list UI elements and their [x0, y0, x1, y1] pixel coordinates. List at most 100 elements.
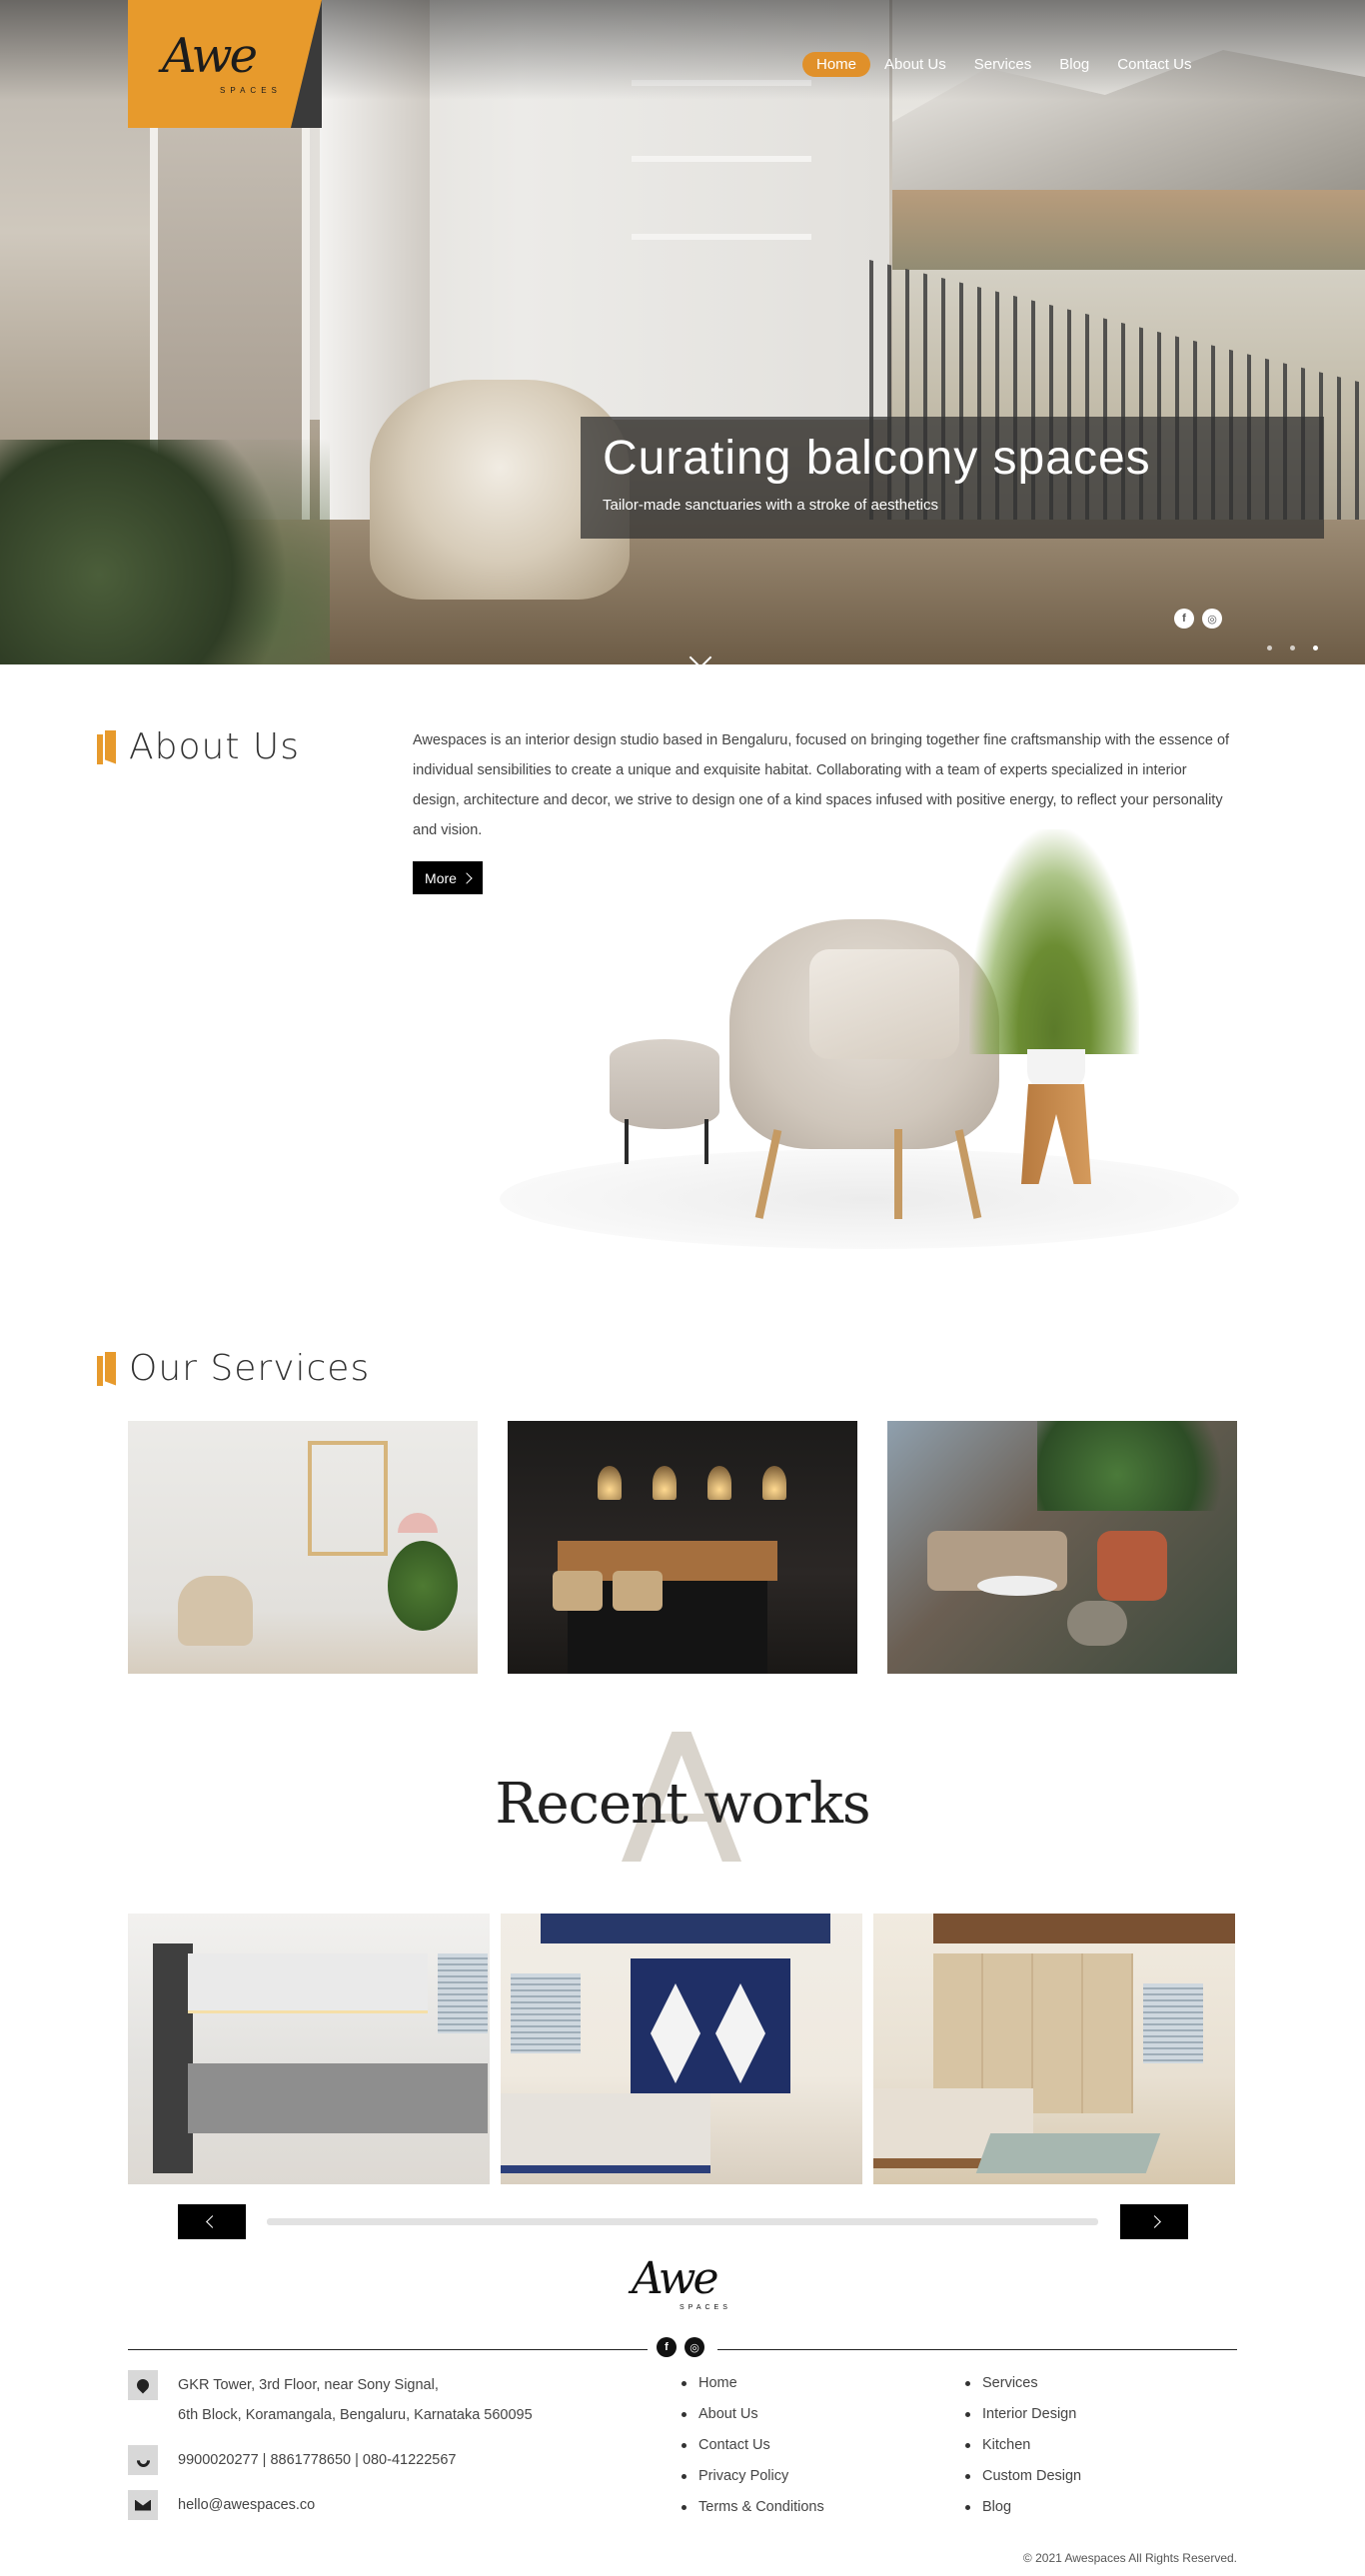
- site-logo[interactable]: Awe SPACES: [128, 0, 322, 128]
- coffee-table: [977, 1576, 1057, 1596]
- rug: [975, 2133, 1161, 2173]
- footer-link-item: Home: [682, 2368, 824, 2399]
- about-heading: About Us: [97, 726, 300, 767]
- heading-accent-icon: [97, 730, 117, 764]
- facebook-icon[interactable]: f: [657, 2337, 677, 2357]
- armchair: [1097, 1531, 1167, 1601]
- map-pin-icon: [128, 2370, 158, 2400]
- footer-divider: [717, 2349, 1237, 2350]
- about-heading-text: About Us: [129, 726, 300, 767]
- phone-icon: [128, 2445, 158, 2475]
- footer-link-privacy-policy[interactable]: Privacy Policy: [698, 2461, 788, 2492]
- about-body: Awespaces is an interior design studio b…: [413, 732, 1230, 838]
- footer-link-item: Blog: [965, 2492, 1081, 2523]
- service-card-kitchen[interactable]: [508, 1421, 857, 1674]
- footer-link-item: Interior Design: [965, 2399, 1081, 2430]
- nav-blog[interactable]: Blog: [1045, 52, 1103, 77]
- slider-next-button[interactable]: [1120, 2204, 1188, 2239]
- floor-shadow: [500, 1149, 1239, 1249]
- chevron-right-icon: [461, 871, 473, 884]
- logo-sub: SPACES: [220, 86, 282, 95]
- footer-phone: 9900020277 | 8861778650 | 080-41222567: [128, 2445, 456, 2475]
- upper-cabinets: [188, 1953, 428, 2013]
- copyright-text: © 2021 Awespaces All Rights Reserved.: [1022, 2551, 1237, 2565]
- footer-link-item: About Us: [682, 2399, 824, 2430]
- footer-link-kitchen[interactable]: Kitchen: [982, 2430, 1030, 2461]
- footer-email: hello@awespaces.co: [128, 2490, 315, 2520]
- nav-home[interactable]: Home: [802, 52, 871, 77]
- pendant-light: [653, 1466, 677, 1500]
- carousel-dot[interactable]: [1267, 645, 1272, 650]
- footer-link-terms[interactable]: Terms & Conditions: [698, 2492, 824, 2523]
- carousel-dot[interactable]: [1290, 645, 1295, 650]
- carousel-dot[interactable]: [1313, 645, 1318, 650]
- hero-carousel-dots: [1267, 645, 1318, 650]
- ceiling-panel: [541, 1914, 830, 1943]
- address-line-1: GKR Tower, 3rd Floor, near Sony Signal,: [178, 2377, 439, 2393]
- bed: [501, 2093, 710, 2173]
- footer-link-item: Custom Design: [965, 2461, 1081, 2492]
- instagram-icon[interactable]: ◎: [1202, 609, 1222, 629]
- footer-link-about-us[interactable]: About Us: [698, 2399, 758, 2430]
- chevron-right-icon: [1147, 2215, 1161, 2228]
- stool-leg: [625, 1119, 629, 1164]
- footer-link-services[interactable]: Services: [982, 2368, 1038, 2399]
- email-link[interactable]: hello@awespaces.co: [178, 2490, 315, 2520]
- footer-social: f ◎: [657, 2337, 704, 2357]
- chevron-left-icon: [205, 2215, 219, 2228]
- heading-accent-icon: [97, 1352, 117, 1386]
- footer-logo-mark: Awe: [632, 2253, 718, 2304]
- ottoman: [1067, 1601, 1127, 1646]
- footer-link-interior-design[interactable]: Interior Design: [982, 2399, 1076, 2430]
- hero-social: f ◎: [1174, 609, 1222, 629]
- nav-services[interactable]: Services: [960, 52, 1046, 77]
- pendant-light: [598, 1466, 622, 1500]
- facebook-icon[interactable]: f: [1174, 609, 1194, 629]
- more-button[interactable]: More: [413, 861, 483, 894]
- footer-divider: [128, 2349, 648, 2350]
- window-blinds: [511, 1973, 581, 2053]
- hero-shelf: [632, 80, 811, 240]
- window-blinds: [438, 1953, 488, 2033]
- footer-link-item: Kitchen: [965, 2430, 1081, 2461]
- footer-logo-sub: SPACES: [680, 2304, 731, 2311]
- nav-about-us[interactable]: About Us: [870, 52, 960, 77]
- pendant-lamp: [398, 1513, 438, 1533]
- service-card-living[interactable]: [128, 1421, 478, 1674]
- footer-link-home[interactable]: Home: [698, 2368, 737, 2399]
- stool-leg: [704, 1119, 708, 1164]
- slider-prev-button[interactable]: [178, 2204, 246, 2239]
- about-furniture-image: [500, 829, 1239, 1249]
- lower-cabinets: [188, 2063, 488, 2133]
- bar-stool: [553, 1571, 603, 1611]
- services-heading-text: Our Services: [129, 1348, 371, 1389]
- ceiling-panel: [933, 1914, 1235, 1943]
- footer-link-contact-us[interactable]: Contact Us: [698, 2430, 770, 2461]
- instagram-icon[interactable]: ◎: [684, 2337, 704, 2357]
- pendant-light: [707, 1466, 731, 1500]
- recent-work-bedroom-blue[interactable]: [501, 1914, 862, 2184]
- stool: [610, 1039, 719, 1129]
- recent-work-kitchen[interactable]: [128, 1914, 490, 2184]
- window-blinds: [1143, 1983, 1203, 2063]
- green-wall: [1037, 1421, 1237, 1511]
- potted-plant: [388, 1541, 458, 1631]
- nav-contact-us[interactable]: Contact Us: [1103, 52, 1205, 77]
- pendant-light: [762, 1466, 786, 1500]
- footer-logo[interactable]: Awe SPACES: [632, 2253, 735, 2313]
- phone-numbers[interactable]: 9900020277 | 8861778650 | 080-41222567: [178, 2445, 456, 2475]
- plant-pot: [1027, 1049, 1085, 1089]
- tall-cabinet: [153, 1943, 193, 2173]
- footer-links-primary: Home About Us Contact Us Privacy Policy …: [682, 2368, 824, 2523]
- recent-work-bedroom-wood[interactable]: [873, 1914, 1235, 2184]
- footer-link-custom-design[interactable]: Custom Design: [982, 2461, 1081, 2492]
- service-card-balcony[interactable]: [887, 1421, 1237, 1674]
- hero-title: Curating balcony spaces: [603, 432, 1151, 485]
- slider-scrollbar[interactable]: [267, 2218, 1098, 2225]
- chair-leg: [894, 1129, 902, 1219]
- hero-subtitle: Tailor-made sanctuaries with a stroke of…: [603, 497, 938, 514]
- bar-stool: [613, 1571, 663, 1611]
- footer-link-blog[interactable]: Blog: [982, 2492, 1011, 2523]
- address-line-2: 6th Block, Koramangala, Bengaluru, Karna…: [178, 2407, 533, 2423]
- wall-frame: [308, 1441, 388, 1556]
